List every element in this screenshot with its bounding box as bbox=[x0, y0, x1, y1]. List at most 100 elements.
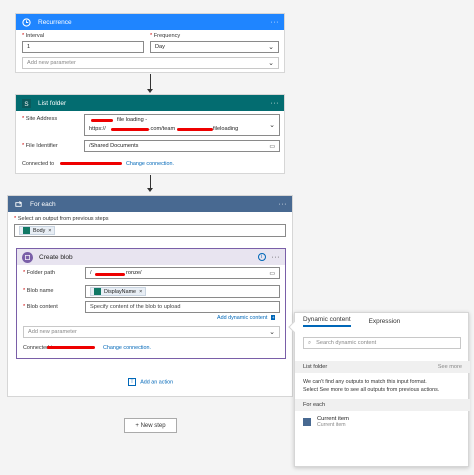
new-step-button[interactable]: + New step bbox=[124, 418, 177, 433]
select-output-label: * Select an output from previous steps bbox=[14, 216, 109, 222]
connector-arrow bbox=[147, 188, 153, 192]
folder-icon[interactable]: ▭ bbox=[269, 143, 275, 150]
add-action-icon: ⊤ bbox=[128, 378, 136, 386]
notice-line-2: Select See more to see all outputs from … bbox=[303, 387, 440, 393]
recurrence-card[interactable]: Recurrence ··· * Interval 1 * Frequency … bbox=[15, 13, 285, 73]
displayname-token[interactable]: DisplayName × bbox=[90, 287, 147, 296]
blob-name-input[interactable]: DisplayName × bbox=[85, 285, 280, 298]
file-identifier-label: * File Identifier bbox=[22, 143, 58, 149]
list-folder-connection: Connected to bbox=[22, 161, 54, 167]
folder-path-label: * Folder path bbox=[23, 270, 56, 276]
current-item-subtitle: Current item bbox=[317, 422, 346, 428]
change-connection-link[interactable]: Change connection. bbox=[103, 345, 151, 351]
notice-line-1: We can't find any outputs to match this … bbox=[303, 379, 427, 385]
site-address-label: * Site Address bbox=[22, 116, 58, 122]
blob-name-label: * Blob name bbox=[23, 288, 54, 294]
add-parameter-text: Add new parameter bbox=[28, 329, 77, 335]
chevron-down-icon: ⌄ bbox=[269, 329, 275, 336]
create-blob-menu[interactable]: ··· bbox=[272, 254, 281, 261]
site-line-2c: fileloading bbox=[213, 126, 239, 132]
for-each-title: For each bbox=[30, 200, 56, 208]
list-folder-header[interactable]: S List folder ··· bbox=[16, 95, 284, 111]
redaction bbox=[60, 162, 122, 165]
loop-icon bbox=[13, 199, 24, 210]
list-folder-title: List folder bbox=[38, 99, 67, 107]
connector-arrow bbox=[147, 89, 153, 93]
file-identifier-input[interactable]: /Shared Documents ▭ bbox=[84, 140, 280, 152]
site-line-2a: https:// bbox=[89, 126, 106, 132]
info-icon[interactable]: i bbox=[257, 253, 266, 261]
interval-input[interactable]: 1 bbox=[22, 41, 144, 53]
folder-icon[interactable]: ▭ bbox=[269, 270, 275, 277]
frequency-value: Day bbox=[155, 44, 165, 50]
redaction bbox=[177, 128, 213, 131]
loop-icon bbox=[303, 418, 311, 426]
blob-storage-icon bbox=[22, 251, 33, 263]
tab-expression[interactable]: Expression bbox=[369, 318, 401, 325]
chevron-down-icon: ⌄ bbox=[268, 60, 274, 67]
site-line-2b: .com/team bbox=[149, 126, 176, 132]
recurrence-add-parameter[interactable]: Add new parameter ⌄ bbox=[22, 57, 279, 69]
close-icon[interactable]: × bbox=[48, 228, 51, 234]
recurrence-title: Recurrence bbox=[38, 18, 72, 26]
list-folder-card[interactable]: S List folder ··· * Site Address file lo… bbox=[15, 94, 285, 174]
recurrence-menu[interactable]: ··· bbox=[271, 19, 280, 26]
interval-label: * Interval bbox=[22, 33, 45, 39]
redaction bbox=[111, 128, 149, 131]
redaction bbox=[47, 346, 95, 349]
list-folder-section: List folder See more bbox=[295, 361, 470, 373]
blob-content-placeholder: Specify content of the blob to upload bbox=[90, 304, 181, 310]
current-item-entry[interactable]: Current item Current item bbox=[303, 416, 349, 428]
svg-text:S: S bbox=[24, 100, 28, 107]
frequency-label: * Frequency bbox=[150, 33, 181, 39]
for-each-section: For each bbox=[295, 399, 470, 411]
site-address-select[interactable]: file loading - https:// .com/team filelo… bbox=[84, 114, 280, 136]
sharepoint-icon bbox=[23, 227, 30, 234]
new-step-label: + New step bbox=[135, 422, 166, 429]
list-folder-menu[interactable]: ··· bbox=[271, 100, 280, 107]
chevron-down-icon: ⌄ bbox=[269, 122, 275, 129]
file-identifier-value: /Shared Documents bbox=[89, 143, 139, 149]
section-title: For each bbox=[303, 402, 326, 408]
dynamic-search-input[interactable]: ⌕ Search dynamic content bbox=[303, 337, 461, 349]
see-more-link[interactable]: See more bbox=[438, 364, 462, 370]
chevron-down-icon: ⌄ bbox=[268, 44, 274, 51]
close-icon[interactable]: × bbox=[139, 289, 142, 295]
search-icon: ⌕ bbox=[308, 339, 312, 346]
for-each-menu[interactable]: ··· bbox=[279, 201, 288, 208]
create-blob-header[interactable]: Create blob i ··· bbox=[17, 249, 285, 265]
create-blob-add-parameter[interactable]: Add new parameter ⌄ bbox=[23, 326, 280, 338]
change-connection-link[interactable]: Change connection. bbox=[126, 161, 174, 167]
add-parameter-text: Add new parameter bbox=[27, 60, 76, 66]
body-token-label: Body bbox=[33, 227, 46, 234]
add-action-button[interactable]: ⊤ Add an action bbox=[128, 378, 173, 386]
blob-content-label: * Blob content bbox=[23, 304, 58, 310]
create-blob-title: Create blob bbox=[39, 253, 73, 261]
redaction bbox=[91, 119, 113, 122]
create-blob-card[interactable]: Create blob i ··· * Folder path / ronze/… bbox=[16, 248, 286, 359]
no-outputs-notice: We can't find any outputs to match this … bbox=[303, 378, 463, 394]
tab-dynamic-content[interactable]: Dynamic content bbox=[303, 316, 351, 327]
add-dynamic-content-link[interactable]: Add dynamic content + bbox=[217, 315, 276, 321]
folder-path-prefix: / bbox=[90, 270, 92, 276]
redaction bbox=[95, 273, 125, 276]
displayname-token-label: DisplayName bbox=[104, 288, 137, 295]
select-output-input[interactable]: Body × bbox=[14, 224, 286, 237]
dynamic-content-icon: + bbox=[270, 315, 276, 320]
for-each-container[interactable]: For each ··· * Select an output from pre… bbox=[7, 195, 293, 397]
body-token[interactable]: Body × bbox=[19, 226, 56, 235]
site-line-1: file loading - bbox=[117, 117, 148, 123]
sharepoint-icon bbox=[94, 288, 101, 295]
clock-icon bbox=[21, 17, 32, 28]
add-dynamic-text: Add dynamic content bbox=[217, 315, 268, 321]
blob-content-input[interactable]: Specify content of the blob to upload bbox=[85, 301, 280, 313]
panel-tabs: Dynamic content Expression bbox=[295, 313, 468, 329]
sharepoint-icon: S bbox=[21, 98, 32, 109]
frequency-select[interactable]: Day ⌄ bbox=[150, 41, 279, 53]
folder-path-input[interactable]: / ronze/ ▭ bbox=[85, 267, 280, 279]
for-each-header[interactable]: For each ··· bbox=[8, 196, 292, 212]
connected-text: Connected to bbox=[22, 161, 55, 167]
add-action-label: Add an action bbox=[140, 379, 174, 386]
dynamic-content-panel[interactable]: Dynamic content Expression ⌕ Search dyna… bbox=[288, 312, 470, 467]
recurrence-header[interactable]: Recurrence ··· bbox=[16, 14, 284, 30]
